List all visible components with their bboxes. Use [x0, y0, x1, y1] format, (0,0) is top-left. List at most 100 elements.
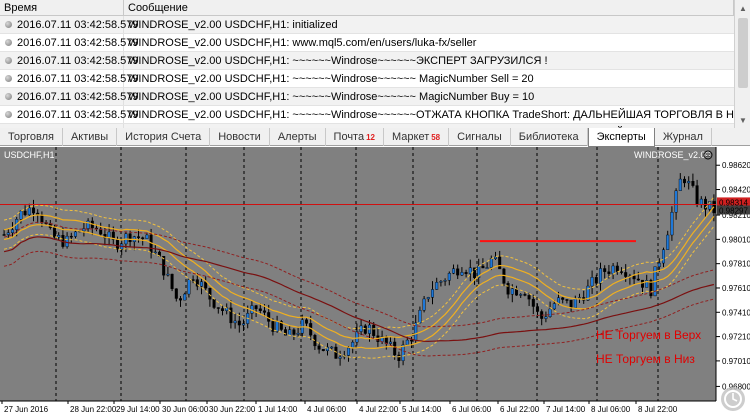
candle-body — [599, 268, 603, 284]
tab-label: Маркет — [391, 131, 430, 143]
log-row[interactable]: 2016.07.11 03:42:58.579WINDROSE_v2.00 US… — [0, 34, 734, 52]
time-tick-label: 7 Jul 14:00 — [546, 405, 586, 414]
log-row[interactable]: 2016.07.11 03:42:58.579WINDROSE_v2.00 US… — [0, 16, 734, 34]
log-row[interactable]: 2016.07.11 03:42:58.579WINDROSE_v2.00 US… — [0, 70, 734, 88]
log-time: 2016.07.11 03:42:58.579 — [17, 90, 139, 103]
candle-body — [548, 308, 552, 317]
time-tick-label: 4 Jul 06:00 — [307, 405, 347, 414]
log-row[interactable]: 2016.07.11 03:42:58.579WINDROSE_v2.00 US… — [0, 88, 734, 106]
tab-сигналы[interactable]: Сигналы — [449, 128, 511, 146]
log-header: Время Сообщение — [0, 0, 734, 16]
chart-canvas[interactable]: 0.986200.984200.982100.980100.978100.976… — [0, 147, 750, 415]
candle-body — [305, 319, 309, 324]
log-time: 2016.07.11 03:42:58.579 — [17, 36, 139, 49]
info-dot-icon — [5, 111, 12, 118]
candle-body — [426, 297, 430, 300]
candle-body — [624, 272, 628, 277]
candle-body — [10, 229, 14, 233]
note-no-trade-up: НЕ Торгуем в Верх — [596, 328, 701, 342]
column-header-time[interactable]: Время — [0, 0, 124, 16]
candle-body — [666, 234, 670, 250]
log-row[interactable]: 2016.07.11 03:42:58.579WINDROSE_v2.00 US… — [0, 52, 734, 70]
candle — [321, 349, 325, 352]
candle-body — [73, 231, 77, 237]
time-tick-label: 8 Jul 06:00 — [591, 405, 631, 414]
candle-body — [422, 298, 426, 311]
log-time-cell: 2016.07.11 03:42:58.579 — [0, 106, 139, 123]
candle-body — [699, 198, 703, 205]
scroll-thumb[interactable] — [738, 18, 748, 88]
candle-body — [506, 283, 510, 295]
candle-body — [258, 308, 262, 311]
candle — [363, 324, 367, 335]
tab-маркет[interactable]: Маркет 58 — [384, 128, 450, 146]
candle-body — [678, 178, 682, 191]
experts-log-panel: Время Сообщение 2016.07.11 03:42:58.579 W… — [0, 0, 750, 142]
tab-label: Активы — [70, 131, 109, 143]
candle-body — [590, 277, 594, 287]
candle-body — [674, 190, 678, 213]
candle-body — [498, 256, 502, 270]
candle-body — [241, 323, 245, 326]
candle-body — [565, 299, 569, 301]
time-tick-label: 8 Jul 22:00 — [638, 405, 678, 414]
candle-body — [695, 185, 699, 205]
tab-журнал[interactable]: Журнал — [655, 128, 712, 146]
time-tick-label: 5 Jul 14:00 — [402, 405, 442, 414]
candle-body — [494, 256, 498, 259]
candle-body — [145, 234, 149, 239]
time-tick-label: 1 Jul 14:00 — [258, 405, 298, 414]
candle-body — [519, 294, 523, 296]
tab-история-счета[interactable]: История Счета — [117, 128, 211, 146]
candle-body — [611, 265, 615, 274]
candle-body — [174, 288, 178, 299]
tab-библиотека[interactable]: Библиотека — [511, 128, 588, 146]
log-row[interactable]: 2016.07.11 03:42:58.579WINDROSE_v2.00 US… — [0, 106, 734, 124]
tab-label: Эксперты — [596, 131, 646, 143]
candle-body — [363, 325, 367, 334]
chart-symbol-label: USDCHF,H1 — [4, 150, 55, 160]
candle-body — [267, 312, 271, 322]
candle-body — [263, 310, 267, 313]
tab-label: Новости — [218, 131, 261, 143]
tab-новости[interactable]: Новости — [210, 128, 270, 146]
column-header-message[interactable]: Сообщение — [124, 0, 734, 16]
candle-body — [359, 325, 363, 332]
tab-label: Сигналы — [457, 131, 502, 143]
candle-body — [317, 345, 321, 350]
tab-торговля[interactable]: Торговля — [0, 128, 63, 146]
log-time-cell: 2016.07.11 03:42:58.579 — [0, 52, 139, 69]
candle-body — [208, 288, 212, 300]
tab-активы[interactable]: Активы — [63, 128, 118, 146]
scroll-down-arrow-icon[interactable]: ▼ — [735, 112, 750, 128]
candle-body — [292, 329, 296, 335]
candle-body — [220, 308, 224, 311]
log-message: WINDROSE_v2.00 USDCHF,H1: ~~~~~~Windrose… — [128, 91, 535, 103]
log-scrollbar[interactable]: ▲ ▼ — [734, 0, 750, 128]
candle — [502, 267, 506, 287]
time-tick-label: 6 Jul 06:00 — [452, 405, 492, 414]
candle — [279, 319, 283, 332]
candle-body — [641, 279, 645, 288]
candle-body — [607, 271, 611, 274]
candle-body — [229, 307, 233, 324]
scroll-up-arrow-icon[interactable]: ▲ — [735, 0, 750, 16]
log-message: WINDROSE_v2.00 USDCHF,H1: www.mql5.com/e… — [128, 37, 477, 49]
candle-body — [531, 298, 535, 307]
candle-body — [594, 277, 598, 284]
tab-алерты[interactable]: Алерты — [270, 128, 326, 146]
candle — [212, 298, 216, 310]
info-dot-icon — [5, 21, 12, 28]
log-time: 2016.07.11 03:42:58.579 — [17, 72, 139, 85]
tab-эксперты[interactable]: Эксперты — [587, 128, 655, 147]
price-tick-label: 0.97010 — [722, 357, 750, 366]
candle-body — [460, 272, 464, 276]
tab-badge: 12 — [366, 133, 375, 142]
candle-body — [6, 232, 10, 235]
price-chart[interactable]: 0.98620 0.98420 0.98210 0.98010 0.97810 0.976… — [0, 147, 750, 415]
candle-body — [410, 339, 414, 342]
candle-body — [216, 307, 220, 309]
tab-почта[interactable]: Почта 12 — [326, 128, 384, 146]
candle-body — [347, 347, 351, 356]
tab-label: Библиотека — [518, 131, 579, 143]
